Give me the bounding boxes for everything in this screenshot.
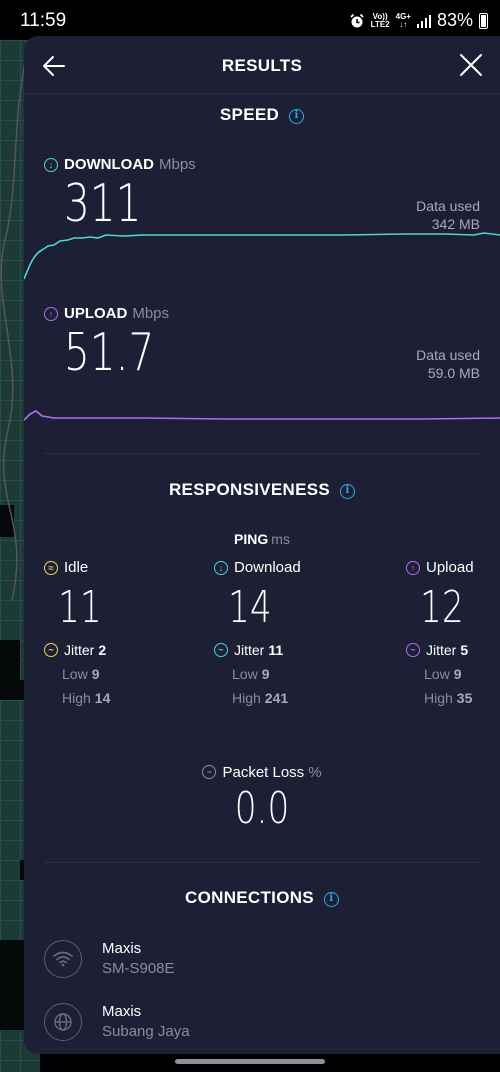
packet-loss: − Packet Loss% 0.0 xyxy=(24,762,500,834)
connections-section-title: CONNECTIONS i xyxy=(24,888,500,908)
results-sheet: RESULTS SPEED i ↓ DOWNLOAD Mbps 311 Data u… xyxy=(24,36,500,1054)
home-indicator[interactable] xyxy=(175,1059,325,1064)
ping-upload-value: 12 xyxy=(420,582,464,633)
upload-speed-value: 51.7 xyxy=(64,323,155,383)
download-arrow-icon: ↓ xyxy=(214,560,228,575)
wifi-icon xyxy=(44,940,82,978)
status-bar: 11:59 Vo)) LTE2 4G+ ↓↑ 83% xyxy=(0,0,500,40)
ping-download-column: ↓ Download 14 ~ Jitter 11 Low 9 High 241 xyxy=(214,559,334,706)
upload-data-used: Data used 59.0 MB xyxy=(416,347,480,381)
ping-upload-column: ↑ Upload 12 ~ Jitter 5 Low 9 High 35 xyxy=(406,559,500,706)
download-label: ↓ DOWNLOAD Mbps xyxy=(44,156,196,173)
ping-heading: PING ms xyxy=(234,531,290,547)
jitter-icon: ~ xyxy=(214,643,228,657)
responsiveness-section-title: RESPONSIVENESS i xyxy=(24,480,500,500)
responsiveness-info-icon[interactable]: i xyxy=(340,484,356,499)
ping-idle-value: 11 xyxy=(58,582,102,633)
upload-graph xyxy=(24,410,500,421)
idle-icon: ≈ xyxy=(44,560,58,575)
ping-idle-column: ≈ Idle 11 ~ Jitter 2 Low 9 High 14 xyxy=(44,559,164,706)
status-icons: Vo)) LTE2 4G+ ↓↑ 83% xyxy=(349,10,488,31)
jitter-icon: ~ xyxy=(44,643,58,657)
signal-icon xyxy=(416,14,431,28)
download-graph xyxy=(24,232,500,280)
section-divider xyxy=(44,453,480,454)
connection-item-network[interactable]: Maxis SM-S908E xyxy=(44,939,175,979)
speed-info-icon[interactable]: i xyxy=(289,109,305,124)
volte-indicator: Vo)) LTE2 xyxy=(370,11,390,29)
speed-section-title: SPEED i xyxy=(24,105,500,125)
connection-item-server[interactable]: Maxis Subang Jaya xyxy=(44,1002,190,1042)
ping-download-value: 14 xyxy=(228,582,272,633)
upload-label: ↑ UPLOAD Mbps xyxy=(44,305,169,322)
globe-icon xyxy=(44,1003,82,1041)
close-icon[interactable] xyxy=(458,52,484,78)
upload-arrow-icon: ↑ xyxy=(44,306,58,321)
connections-info-icon[interactable]: i xyxy=(323,892,339,907)
section-divider xyxy=(44,862,480,863)
page-title: RESULTS xyxy=(221,56,303,75)
packet-loss-value: 0.0 xyxy=(234,782,290,834)
download-arrow-icon: ↓ xyxy=(44,157,58,172)
upload-arrow-icon: ↑ xyxy=(406,560,420,575)
battery-percent: 83% xyxy=(436,10,473,30)
battery-icon xyxy=(479,12,488,29)
packet-loss-icon: − xyxy=(202,765,217,779)
alarm-icon xyxy=(350,13,364,27)
network-type-indicator: 4G+ ↓↑ xyxy=(395,11,411,29)
results-header: RESULTS xyxy=(24,36,500,94)
status-time: 11:59 xyxy=(20,10,67,31)
jitter-icon: ~ xyxy=(406,643,420,657)
